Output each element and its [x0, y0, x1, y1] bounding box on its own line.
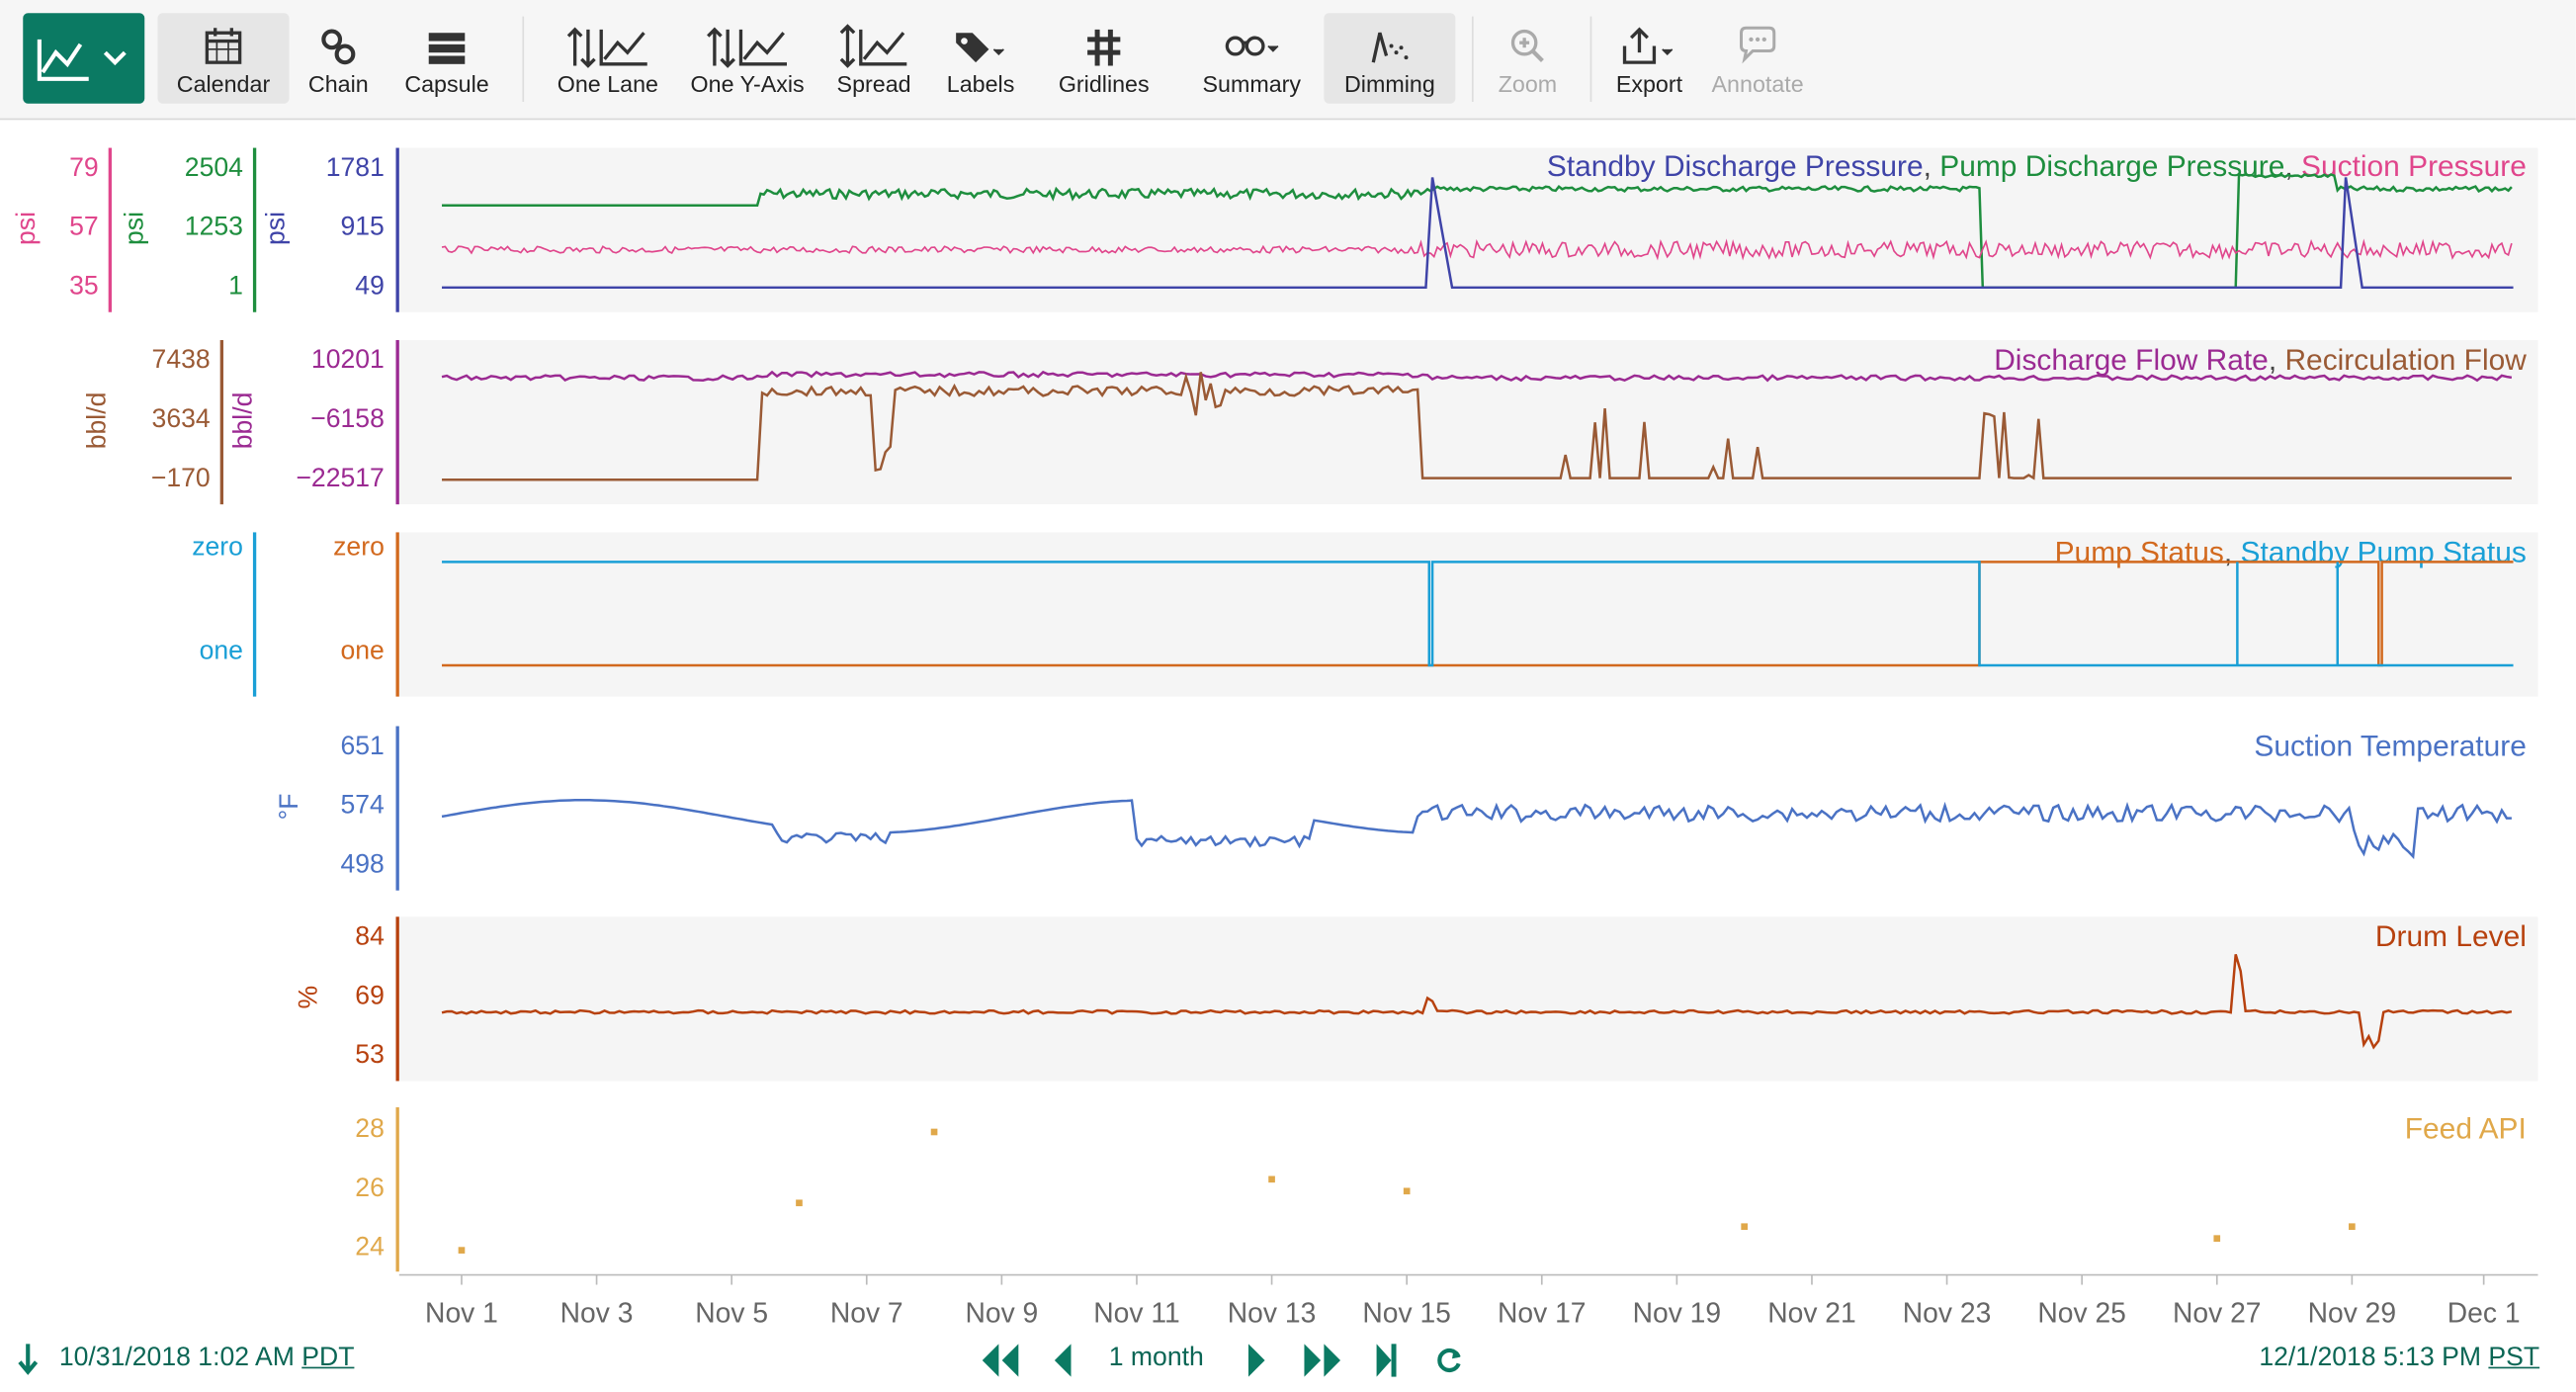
step-back-icon[interactable] [1052, 1341, 1074, 1388]
feed-api-point [1268, 1175, 1275, 1183]
x-tick-label: Nov 25 [2037, 1297, 2126, 1330]
x-tick-label: Nov 17 [1497, 1297, 1587, 1330]
skip-to-end-icon[interactable] [1373, 1341, 1400, 1388]
feed-api-point [930, 1128, 938, 1136]
x-tick-label: Nov 27 [2172, 1297, 2262, 1330]
feed-api-point [458, 1247, 466, 1254]
step-forward-icon[interactable] [1245, 1341, 1268, 1388]
series-suction-temperature [441, 799, 2512, 860]
series-suction-pressure [441, 238, 2513, 261]
series-standby-discharge-pressure [442, 177, 2514, 290]
feed-api-point [1741, 1223, 1748, 1231]
trend-plot-area[interactable] [0, 0, 2576, 1392]
series-pump-discharge-pressure [442, 172, 2513, 290]
feed-api-point [796, 1199, 803, 1207]
feed-api-point [2349, 1223, 2356, 1231]
refresh-icon[interactable] [1434, 1344, 1464, 1385]
down-arrow-icon[interactable] [17, 1341, 40, 1385]
range-duration[interactable]: 1 month [1109, 1344, 1204, 1373]
x-tick-label: Nov 5 [695, 1297, 769, 1330]
x-tick-label: Nov 23 [1902, 1297, 1992, 1330]
series-drum-level [441, 953, 2513, 1050]
x-tick-label: Nov 11 [1093, 1297, 1180, 1330]
start-time[interactable]: 10/31/2018 1:02 AM PDT [59, 1344, 355, 1373]
feed-api-point [1403, 1187, 1411, 1195]
series-pump-status [442, 561, 2514, 667]
x-tick-label: Nov 9 [965, 1297, 1039, 1330]
x-tick-label: Nov 1 [425, 1297, 498, 1330]
x-tick-label: Nov 21 [1767, 1297, 1856, 1330]
x-tick-label: Nov 15 [1362, 1297, 1451, 1330]
series-recirculation-flow [442, 372, 2512, 481]
x-tick-label: Nov 19 [1632, 1297, 1722, 1330]
x-tick-label: Nov 3 [559, 1297, 634, 1330]
x-tick-label: Dec 1 [2447, 1297, 2521, 1330]
step-back-fast-icon[interactable] [979, 1341, 1021, 1388]
end-timezone-link: PST [2488, 1344, 2540, 1372]
x-tick-label: Nov 29 [2307, 1297, 2397, 1330]
start-timezone-link: PDT [301, 1344, 355, 1372]
series-standby-pump-status [442, 561, 2514, 667]
x-tick-label: Nov 13 [1227, 1297, 1317, 1330]
end-time[interactable]: 12/1/2018 5:13 PM PST [2259, 1344, 2539, 1373]
x-tick-label: Nov 7 [829, 1297, 903, 1330]
step-forward-fast-icon[interactable] [1301, 1341, 1343, 1388]
series-discharge-flow-rate [441, 370, 2513, 383]
feed-api-point [2213, 1235, 2221, 1242]
